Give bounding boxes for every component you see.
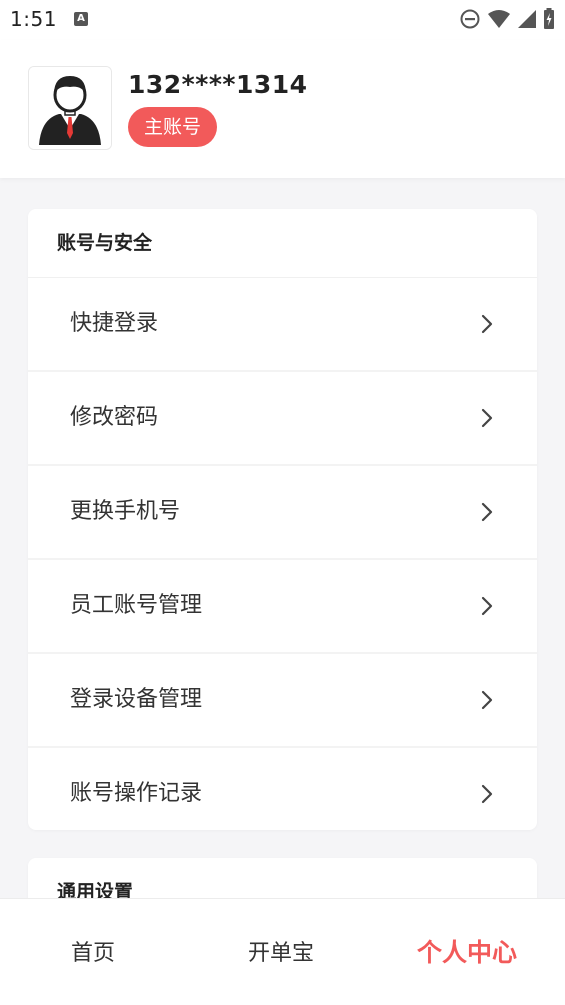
avatar[interactable] (28, 66, 112, 150)
menu-item-staff-accounts[interactable]: 员工账号管理 (28, 560, 537, 654)
status-icons (459, 8, 555, 30)
menu-item-label: 员工账号管理 (70, 593, 203, 618)
chevron-right-icon (481, 784, 493, 804)
tab-billing[interactable]: 开单宝 (248, 935, 314, 967)
bottom-tab-bar: 首页 开单宝 个人中心 (0, 898, 565, 1005)
menu-item-change-password[interactable]: 修改密码 (28, 372, 537, 466)
signal-icon (518, 10, 536, 28)
chevron-right-icon (481, 596, 493, 616)
account-phone: 132****1314 (128, 70, 308, 99)
tab-home[interactable]: 首页 (71, 935, 115, 967)
menu-item-quick-login[interactable]: 快捷登录 (28, 278, 537, 372)
person-suit-icon (29, 67, 111, 149)
account-security-card: 账号与安全 快捷登录 修改密码 更换手机号 员工账号管理 登录设备管理 账号操作… (28, 209, 537, 830)
chevron-right-icon (481, 690, 493, 710)
wifi-icon (488, 10, 510, 28)
menu-item-label: 快捷登录 (70, 311, 159, 336)
menu-item-label: 修改密码 (70, 405, 159, 430)
chevron-right-icon (481, 408, 493, 428)
profile-header: 132****1314 主账号 (0, 40, 565, 178)
tab-personal-center[interactable]: 个人中心 (417, 933, 517, 969)
menu-item-label: 账号操作记录 (70, 781, 203, 806)
menu-item-label: 登录设备管理 (70, 687, 203, 712)
status-time: 1:51 (10, 7, 57, 31)
battery-charging-icon (544, 8, 554, 29)
status-bar: 1:51 A (0, 0, 565, 40)
menu-item-operation-log[interactable]: 账号操作记录 (28, 748, 537, 840)
chevron-right-icon (481, 502, 493, 522)
chevron-right-icon (481, 314, 493, 334)
dnd-icon (460, 9, 480, 29)
menu-item-change-phone[interactable]: 更换手机号 (28, 466, 537, 560)
notification-a-icon: A (74, 12, 88, 26)
menu-item-login-devices[interactable]: 登录设备管理 (28, 654, 537, 748)
main-account-badge: 主账号 (128, 107, 218, 147)
menu-item-label: 更换手机号 (70, 499, 181, 524)
section-title-security: 账号与安全 (28, 209, 537, 278)
